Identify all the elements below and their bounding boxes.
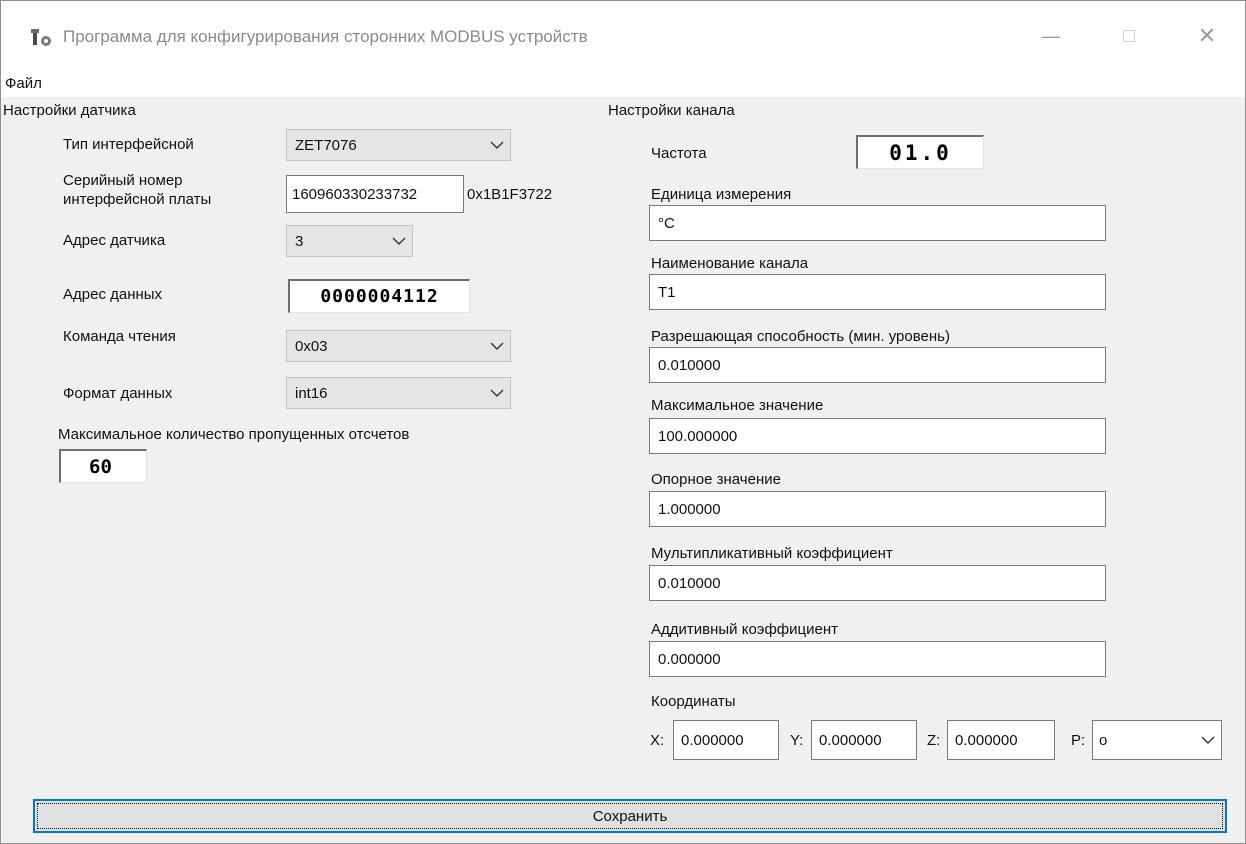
chevron-down-icon bbox=[484, 378, 510, 408]
interface-type-label: Тип интерфейсной bbox=[63, 136, 194, 153]
unit-field[interactable]: °C bbox=[649, 205, 1106, 241]
unit-label: Единица измерения bbox=[651, 186, 792, 203]
channel-section-title: Настройки канала bbox=[608, 102, 735, 119]
max-missed-field[interactable]: 60 bbox=[59, 449, 147, 483]
app-window: Программа для конфигурирования сторонних… bbox=[0, 0, 1246, 844]
data-format-label: Формат данных bbox=[63, 385, 173, 402]
read-command-select[interactable]: 0x03 bbox=[286, 330, 511, 362]
frequency-label: Частота bbox=[651, 145, 707, 162]
app-tools-icon bbox=[31, 29, 51, 46]
data-format-value: int16 bbox=[295, 384, 328, 402]
data-format-select[interactable]: int16 bbox=[286, 377, 511, 409]
serial-number-field[interactable]: 160960330233732 bbox=[286, 175, 464, 213]
mult-coef-field[interactable]: 0.010000 bbox=[649, 565, 1106, 601]
serial-label-line1: Серийный номер bbox=[63, 172, 183, 189]
z-coordinate-field[interactable]: 0.000000 bbox=[947, 720, 1055, 760]
z-label: Z: bbox=[927, 732, 941, 749]
sensor-address-label: Адрес датчика bbox=[63, 232, 166, 249]
max-value-label: Максимальное значение bbox=[651, 397, 824, 414]
serial-label-line2: интерфейсной платы bbox=[63, 191, 212, 208]
chevron-down-icon bbox=[1195, 721, 1221, 759]
reference-label: Опорное значение bbox=[651, 471, 781, 488]
resolution-field[interactable]: 0.010000 bbox=[649, 347, 1106, 383]
save-button[interactable]: Сохранить bbox=[33, 799, 1227, 833]
close-button[interactable]: ✕ bbox=[1187, 21, 1227, 51]
coords-label: Координаты bbox=[651, 693, 736, 710]
focus-rect bbox=[37, 803, 1223, 829]
data-address-label: Адрес данных bbox=[63, 286, 163, 303]
p-label: P: bbox=[1071, 732, 1086, 749]
menu-bar: Файл bbox=[1, 71, 1245, 97]
read-command-label: Команда чтения bbox=[63, 328, 176, 345]
max-value-field[interactable]: 100.000000 bbox=[649, 418, 1106, 454]
channel-name-label: Наименование канала bbox=[651, 255, 809, 272]
interface-type-value: ZET7076 bbox=[295, 136, 357, 154]
channel-name-field[interactable]: T1 bbox=[649, 274, 1106, 310]
sensor-address-select[interactable]: 3 bbox=[286, 225, 413, 257]
sensor-section-title: Настройки датчика bbox=[3, 102, 136, 119]
x-coordinate-field[interactable]: 0.000000 bbox=[673, 720, 779, 760]
x-label: X: bbox=[650, 732, 665, 749]
p-select[interactable]: o bbox=[1092, 720, 1222, 760]
read-command-value: 0x03 bbox=[295, 337, 328, 355]
maximize-icon bbox=[1123, 30, 1135, 42]
reference-field[interactable]: 1.000000 bbox=[649, 491, 1106, 527]
maximize-button[interactable] bbox=[1109, 21, 1149, 51]
title-bar[interactable]: Программа для конфигурирования сторонних… bbox=[1, 1, 1245, 71]
serial-hex-value: 0x1B1F3722 bbox=[467, 186, 553, 203]
frequency-field[interactable]: 01.0 bbox=[856, 135, 984, 169]
max-missed-label: Максимальное количество пропущенных отсч… bbox=[58, 426, 410, 443]
interface-type-select[interactable]: ZET7076 bbox=[286, 129, 511, 161]
add-coef-label: Аддитивный коэффициент bbox=[651, 621, 838, 638]
add-coef-field[interactable]: 0.000000 bbox=[649, 641, 1106, 677]
p-value: o bbox=[1099, 731, 1108, 749]
mult-coef-label: Мультипликативный коэффициент bbox=[651, 545, 893, 562]
y-coordinate-field[interactable]: 0.000000 bbox=[811, 720, 917, 760]
chevron-down-icon bbox=[484, 130, 510, 160]
chevron-down-icon bbox=[484, 331, 510, 361]
resolution-label: Разрешающая способность (мин. уровень) bbox=[651, 328, 950, 345]
minimize-button[interactable]: — bbox=[1031, 21, 1071, 51]
window-title: Программа для конфигурирования сторонних… bbox=[63, 27, 588, 46]
sensor-address-value: 3 bbox=[295, 232, 304, 250]
menu-file[interactable]: Файл bbox=[5, 75, 42, 92]
chevron-down-icon bbox=[386, 226, 412, 256]
data-address-field[interactable]: 0000004112 bbox=[288, 279, 470, 313]
y-label: Y: bbox=[790, 732, 804, 749]
